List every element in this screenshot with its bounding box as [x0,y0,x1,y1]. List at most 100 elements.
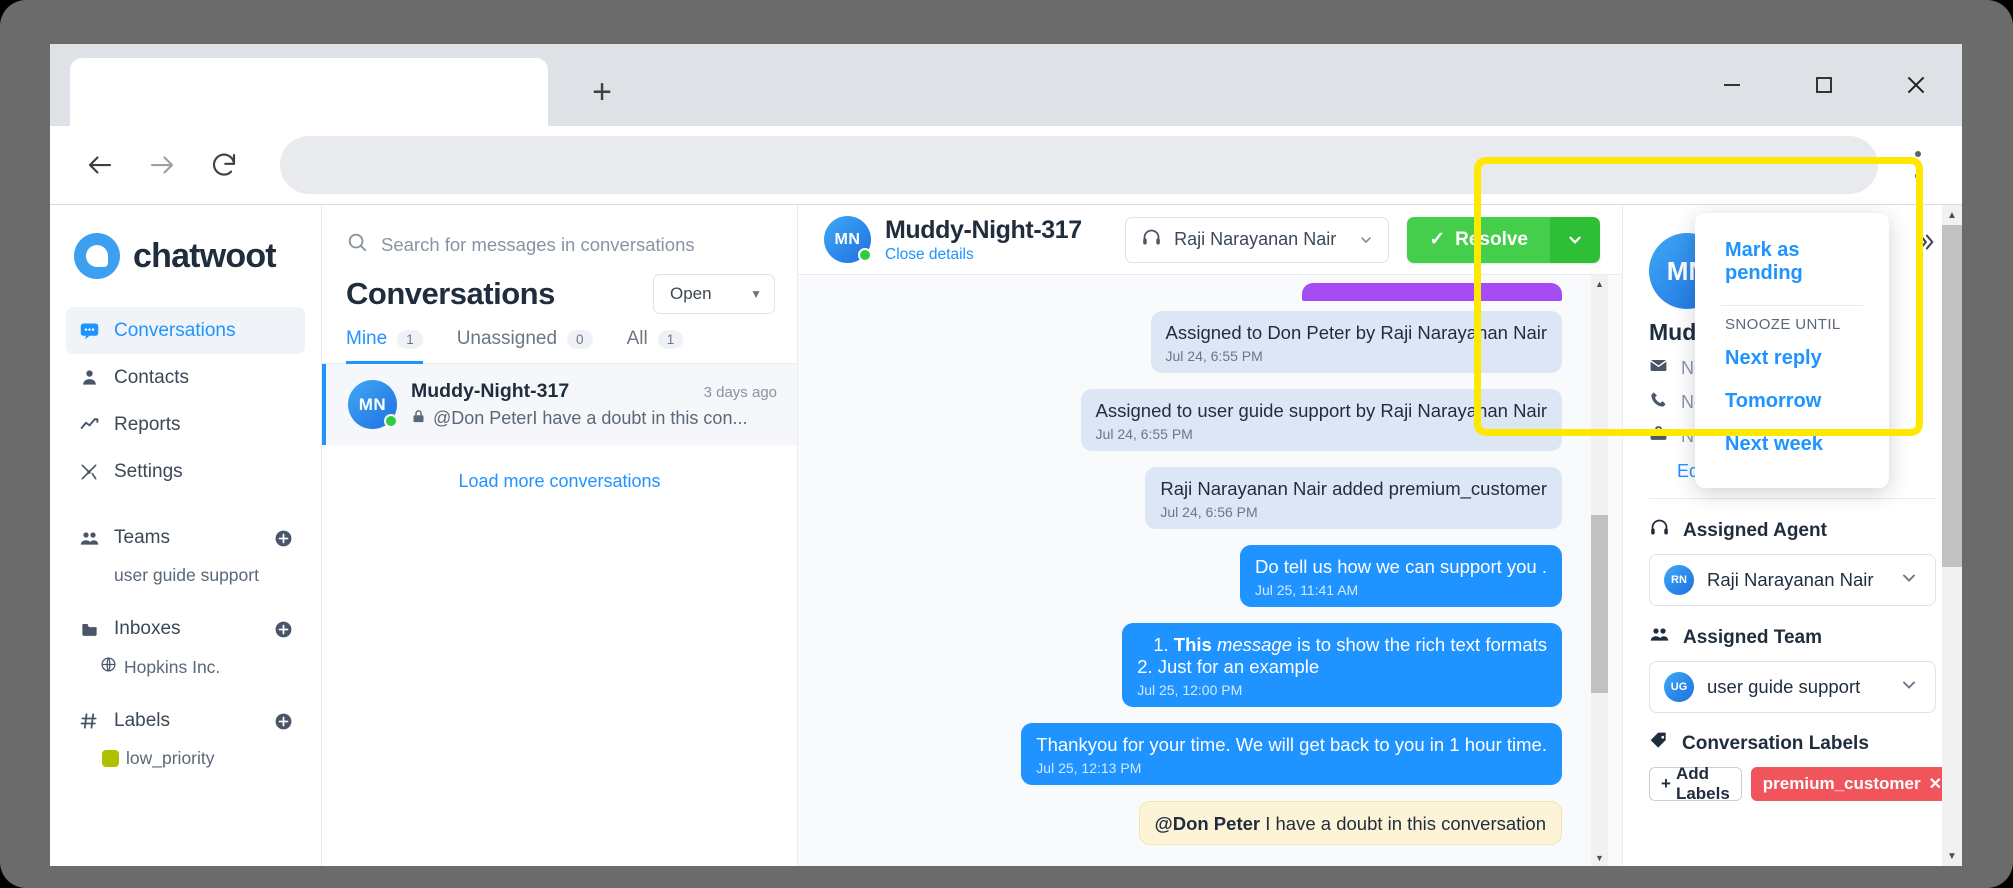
message-list[interactable]: Assigned to Don Peter by Raji Narayanan … [798,275,1622,866]
agent-selector-dropdown[interactable]: Raji Narayanan Nair [1125,217,1389,263]
tab-mine[interactable]: Mine 1 [346,328,423,364]
resolve-button[interactable]: ✓ Resolve [1407,217,1550,263]
menu-item-next-week[interactable]: Next week [1695,423,1889,466]
assigned-agent-title: Assigned Agent [1649,517,1936,544]
list-item-name: Muddy-Night-317 [411,380,569,403]
check-icon: ✓ [1429,228,1445,251]
chatwoot-logo-text: chatwoot [133,237,276,276]
tag-icon [1649,731,1669,757]
message-row: Assigned to user guide support by Raji N… [820,389,1562,451]
chat-panel: MN Muddy-Night-317 Close details Raji Na… [798,205,1622,866]
tab-all[interactable]: All 1 [627,328,684,364]
chat-header-meta: Muddy-Night-317 Close details [885,216,1082,264]
add-team-button[interactable] [274,529,293,548]
email-icon [1649,356,1668,380]
outgoing-message-bubble: Thankyou for your time. We will get back… [1021,723,1562,785]
sidebar-team-label: user guide support [114,565,259,586]
sidebar-section-teams-title: Teams [114,527,170,549]
status-filter-dropdown[interactable]: Open ▼ [653,274,775,314]
add-label-button[interactable] [274,712,293,731]
sidebar-section-inboxes-title: Inboxes [114,618,181,640]
browser-window: + [50,44,1962,866]
scrollbar-thumb[interactable] [1591,515,1608,693]
scrollbar-thumb[interactable] [1942,225,1962,567]
contact-panel-scrollbar[interactable]: ▲ ▼ [1942,205,1962,866]
tab-unassigned[interactable]: Unassigned 0 [457,328,593,364]
headset-icon [1649,517,1670,544]
sidebar-section-inboxes-header: Inboxes [78,612,293,646]
label-chip-premium-customer[interactable]: premium_customer ✕ [1751,767,1951,801]
menu-item-next-reply[interactable]: Next reply [1695,337,1889,380]
chevron-down-icon: ▼ [750,287,762,301]
message-row: 1. This message is to show the rich text… [820,623,1562,707]
scroll-down-arrow[interactable]: ▼ [1595,849,1604,866]
conversation-list-header: Conversations Open ▼ [322,270,797,314]
assigned-team-value: user guide support [1707,676,1860,698]
assigned-agent-value: Raji Narayanan Nair [1707,569,1874,591]
browser-tab[interactable] [70,58,548,126]
resolve-dropdown-menu: Mark as pending SNOOZE UNTIL Next reply … [1695,213,1889,488]
sidebar-item-conversations[interactable]: Conversations [66,307,305,354]
assigned-team-dropdown[interactable]: UG user guide support [1649,661,1936,713]
tab-unassigned-count: 0 [567,330,593,349]
minimize-button[interactable] [1686,44,1778,126]
conversation-tabs: Mine 1 Unassigned 0 All 1 [322,314,797,364]
add-labels-button[interactable]: + Add Labels [1649,767,1742,801]
conversation-labels-label: Conversation Labels [1682,733,1869,755]
sidebar-section-teams: Teams user guide support [50,521,321,586]
search-input[interactable]: Search for messages in conversations [322,205,797,270]
menu-group-label: SNOOZE UNTIL [1695,306,1889,337]
message-timestamp: Jul 24, 6:56 PM [1160,504,1547,520]
scroll-up-arrow[interactable]: ▲ [1947,205,1957,225]
close-details-link[interactable]: Close details [885,246,1082,264]
message-row: Assigned to Don Peter by Raji Narayanan … [820,311,1562,373]
sidebar-item-reports[interactable]: Reports [66,401,305,448]
list-number: 1. [1153,634,1168,655]
reload-button[interactable] [196,137,252,193]
add-inbox-button[interactable] [274,620,293,639]
sidebar-item-settings[interactable]: Settings [66,448,305,495]
message-row-purple [820,283,1562,301]
close-icon[interactable]: ✕ [1929,774,1942,794]
sidebar-inbox-hopkins-inc[interactable]: Hopkins Inc. [78,656,293,678]
maximize-button[interactable] [1778,44,1870,126]
load-more-conversations-button[interactable]: Load more conversations [322,445,797,518]
message-row: Raji Narayanan Nair added premium_custom… [820,467,1562,529]
assigned-agent-dropdown[interactable]: RN Raji Narayanan Nair [1649,554,1936,606]
resolve-dropdown-toggle[interactable] [1550,217,1600,263]
scroll-up-arrow[interactable]: ▲ [1595,275,1604,292]
browser-toolbar [50,126,1962,204]
sidebar-item-conversations-label: Conversations [114,320,235,342]
status-filter-value: Open [670,284,712,304]
forward-button[interactable] [134,137,190,193]
person-icon [78,367,100,389]
sidebar-item-reports-label: Reports [114,414,181,436]
list-item-time: 3 days ago [704,384,777,401]
browser-menu-button[interactable] [1896,137,1940,193]
close-button[interactable] [1870,44,1962,126]
address-bar[interactable] [280,136,1878,194]
chevron-double-right-icon[interactable] [1914,231,1936,258]
menu-item-tomorrow[interactable]: Tomorrow [1695,380,1889,423]
scroll-down-arrow[interactable]: ▼ [1947,846,1957,866]
sidebar-label-low-priority[interactable]: low_priority [78,748,293,769]
sidebar-item-contacts[interactable]: Contacts [66,354,305,401]
app-sidebar: chatwoot Conversations Contacts [50,205,322,866]
new-tab-button[interactable]: + [580,72,624,116]
scrollbar-track[interactable] [1591,292,1608,849]
italic-word: message [1217,634,1292,655]
scrollbar-track[interactable] [1942,225,1962,846]
sidebar-team-user-guide-support[interactable]: user guide support [78,565,293,586]
message-list-scrollbar[interactable]: ▲ ▼ [1591,275,1608,866]
message-timestamp: Jul 25, 12:00 PM [1137,682,1547,698]
outgoing-message-bubble: Do tell us how we can support you . Jul … [1240,545,1562,607]
menu-item-mark-as-pending[interactable]: Mark as pending [1695,229,1889,295]
chatwoot-logo[interactable]: chatwoot [50,205,321,307]
tab-unassigned-label: Unassigned [457,328,557,350]
sidebar-inbox-label: Hopkins Inc. [124,657,220,678]
list-item[interactable]: MN Muddy-Night-317 3 days ago @Don Pe [322,364,797,445]
back-button[interactable] [72,137,128,193]
rest-of-line: is to show the rich text formats [1297,634,1547,655]
browser-tabstrip: + [50,44,1962,126]
page-title: Conversations [346,276,555,312]
